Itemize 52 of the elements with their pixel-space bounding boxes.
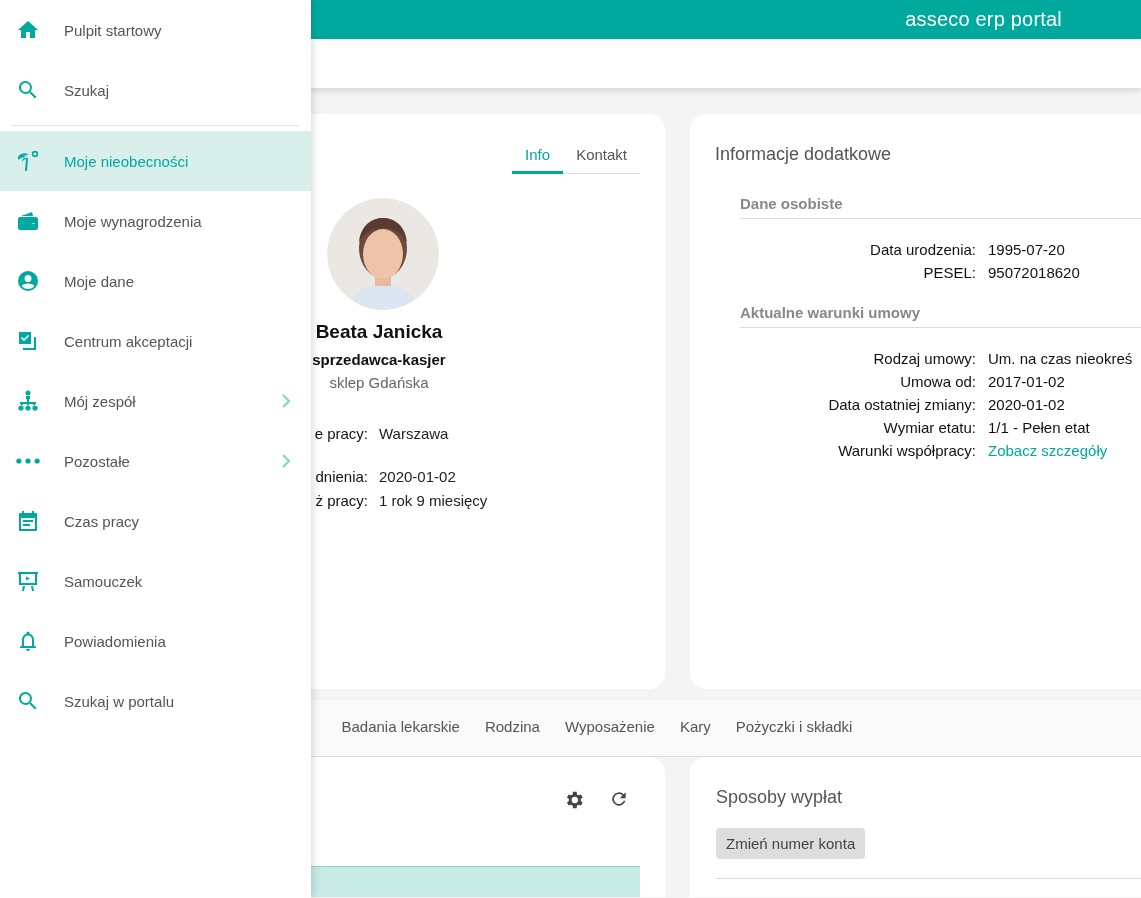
section-heading: Dane osobiste xyxy=(740,195,1141,219)
sidebar-item[interactable]: Mój zespół xyxy=(0,371,311,431)
sidebar-item[interactable]: Pulpit startowy xyxy=(0,0,311,60)
employee-name: Beata Janicka xyxy=(315,321,443,343)
field-value: 2017-01-02 xyxy=(988,373,1066,390)
field-value: Um. na czas nieokreś xyxy=(988,350,1134,367)
sidebar-item[interactable]: Szukaj xyxy=(0,60,311,120)
card-title: Informacje dodatkowe xyxy=(715,144,893,165)
card-title: Sposoby wypłat xyxy=(716,787,844,808)
sidebar-item[interactable]: Centrum akceptacji xyxy=(0,311,311,371)
tab[interactable]: Pożyczki i składki xyxy=(723,700,865,756)
workplace: sklep Gdańska xyxy=(329,374,429,391)
tab[interactable]: Wyposażenie xyxy=(552,700,668,756)
field-label: PESEL: xyxy=(922,264,976,281)
field-label: ż pracy: xyxy=(314,492,368,509)
field-label: Warunki współpracy: xyxy=(837,442,976,459)
field-label: Data urodzenia: xyxy=(869,241,976,258)
section-heading: Aktualne warunki umowy xyxy=(740,304,1141,328)
sidebar-item[interactable]: Samouczek xyxy=(0,551,311,611)
field-label: e pracy: xyxy=(313,425,368,442)
sidebar-item[interactable]: Moje dane xyxy=(0,251,311,311)
sidebar-item[interactable]: Czas pracy xyxy=(0,491,311,551)
field-label: Rodzaj umowy: xyxy=(872,350,976,367)
job-title: sprzedawca-kasjer xyxy=(312,351,446,368)
sidebar-item[interactable]: Powiadomienia xyxy=(0,611,311,671)
presentation-icon xyxy=(16,569,40,593)
tab[interactable]: Kontakt xyxy=(563,142,640,174)
field-label: Wymiar etatu: xyxy=(882,419,976,436)
field-label: dnienia: xyxy=(314,468,368,485)
more-icon xyxy=(16,458,40,464)
field-value: 1 rok 9 miesięcy xyxy=(379,492,489,509)
refresh-icon[interactable] xyxy=(609,789,629,809)
field-label: Umowa od: xyxy=(899,373,976,390)
hierarchy-icon xyxy=(16,389,40,413)
tab[interactable]: Rodzina xyxy=(472,700,553,756)
tab[interactable]: Kary xyxy=(667,700,724,756)
field-value: 95072018620 xyxy=(988,264,1081,281)
person-icon xyxy=(16,269,40,293)
tab[interactable]: Badania lekarskie xyxy=(329,700,473,756)
field-value: 1995-07-20 xyxy=(988,241,1066,258)
wallet-icon xyxy=(16,209,40,233)
field-value: 2020-01-02 xyxy=(988,396,1066,413)
calendar-icon xyxy=(16,509,40,533)
sidebar-item[interactable]: Szukaj w portalu xyxy=(0,671,311,731)
change-account-button[interactable]: Zmień numer konta xyxy=(716,828,866,859)
field-value: Warszawa xyxy=(379,425,450,442)
field-label: Data ostatniej zmiany: xyxy=(827,396,976,413)
brand-logo: asseco erp portal xyxy=(905,8,1062,31)
field-value: 2020-01-02 xyxy=(379,468,457,485)
sidebar-item[interactable]: Moje wynagrodzenia xyxy=(0,191,311,251)
field-value: 1/1 - Pełen etat xyxy=(988,419,1091,436)
sidebar-item[interactable]: Pozostałe xyxy=(0,431,311,491)
